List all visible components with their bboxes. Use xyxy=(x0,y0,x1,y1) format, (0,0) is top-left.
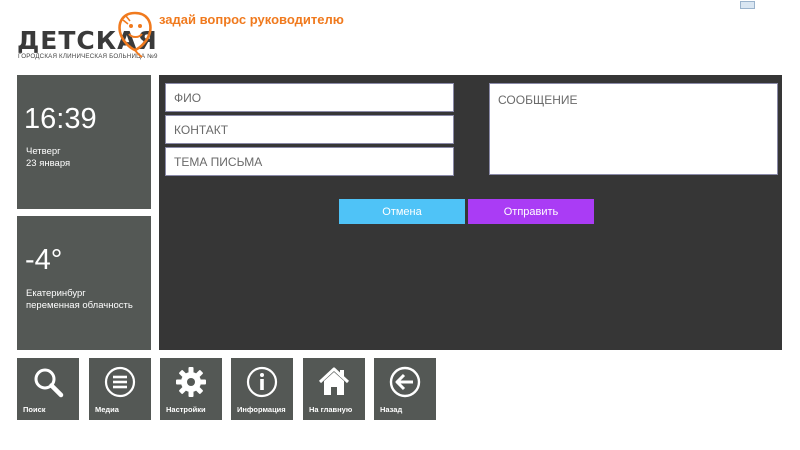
weather-condition: переменная облачность xyxy=(26,300,133,311)
clock-tile: 16:39 Четверг 23 января xyxy=(17,75,151,209)
clock-time: 16:39 xyxy=(24,103,97,135)
nav-label-search: Поиск xyxy=(23,405,46,414)
weather-tile: -4° Екатеринбург переменная облачность xyxy=(17,216,151,350)
clock-date: 23 января xyxy=(26,158,71,169)
back-arrow-icon xyxy=(389,366,421,398)
nav-settings[interactable]: Настройки xyxy=(160,358,222,420)
search-icon xyxy=(34,368,64,398)
message-field[interactable] xyxy=(489,83,778,175)
flag-icon[interactable] xyxy=(740,1,755,9)
logo-balloon-icon xyxy=(118,11,152,58)
nav-info[interactable]: Информация xyxy=(231,358,293,420)
info-icon xyxy=(246,366,278,398)
page: ДЕТСКАЯ Городская клиническая больница №… xyxy=(0,0,800,450)
weather-temperature: -4° xyxy=(25,244,63,276)
menu-icon xyxy=(104,366,136,398)
clock-weekday: Четверг xyxy=(26,146,61,157)
nav-label-media: Медиа xyxy=(95,405,119,414)
nav-label-back: Назад xyxy=(380,405,403,414)
nav-label-settings: Настройки xyxy=(166,405,206,414)
nav-search[interactable]: Поиск xyxy=(17,358,79,420)
subject-field[interactable] xyxy=(165,147,454,176)
nav-home[interactable]: На главную xyxy=(303,358,365,420)
weather-city: Екатеринбург xyxy=(26,288,86,299)
home-icon xyxy=(318,367,350,395)
question-form-panel: Отмена Отправить xyxy=(159,75,782,350)
cancel-button[interactable]: Отмена xyxy=(339,199,465,224)
nav-label-info: Информация xyxy=(237,405,286,414)
send-button[interactable]: Отправить xyxy=(468,199,594,224)
nav-back[interactable]: Назад xyxy=(374,358,436,420)
hospital-logo[interactable]: ДЕТСКАЯ Городская клиническая больница №… xyxy=(17,8,157,60)
nav-media[interactable]: Медиа xyxy=(89,358,151,420)
page-title: задай вопрос руководителю xyxy=(159,12,344,27)
nav-label-home: На главную xyxy=(309,405,353,414)
name-field[interactable] xyxy=(165,83,454,112)
gear-icon xyxy=(176,367,206,397)
contact-field[interactable] xyxy=(165,115,454,144)
